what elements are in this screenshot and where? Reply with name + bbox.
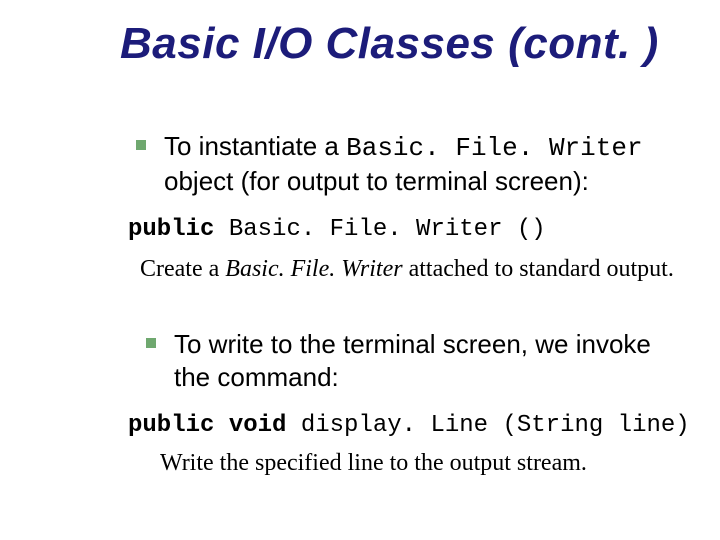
code-1: public Basic. File. Writer (): [128, 216, 546, 243]
slide: Basic I/O Classes (cont. ) To instantiat…: [0, 0, 720, 540]
code-1-kw: public: [128, 216, 229, 243]
bullet-2: To write to the terminal screen, we invo…: [146, 328, 666, 393]
bullet-1-pre: To instantiate a: [164, 131, 346, 161]
bullet-1-text: To instantiate a Basic. File. Writer obj…: [164, 130, 666, 197]
code-2-rest: display. Line (String line): [301, 412, 690, 439]
desc-2: Write the specified line to the output s…: [160, 450, 587, 477]
code-2: public void display. Line (String line): [128, 412, 690, 439]
slide-title: Basic I/O Classes (cont. ): [120, 22, 659, 66]
bullet-1-mono: Basic. File. Writer: [346, 133, 642, 163]
bullet-1-post: object (for output to terminal screen):: [164, 166, 589, 196]
code-2-kw: public void: [128, 412, 301, 439]
desc-1-pre: Create a: [140, 256, 225, 282]
desc-1-italic: Basic. File. Writer: [225, 256, 402, 282]
desc-1-post: attached to standard output.: [403, 256, 674, 282]
bullet-2-text: To write to the terminal screen, we invo…: [174, 328, 666, 393]
desc-1: Create a Basic. File. Writer attached to…: [140, 256, 674, 283]
code-1-rest: Basic. File. Writer (): [229, 216, 546, 243]
bullet-1: To instantiate a Basic. File. Writer obj…: [136, 130, 666, 197]
bullet-icon: [146, 338, 156, 348]
bullet-icon: [136, 140, 146, 150]
